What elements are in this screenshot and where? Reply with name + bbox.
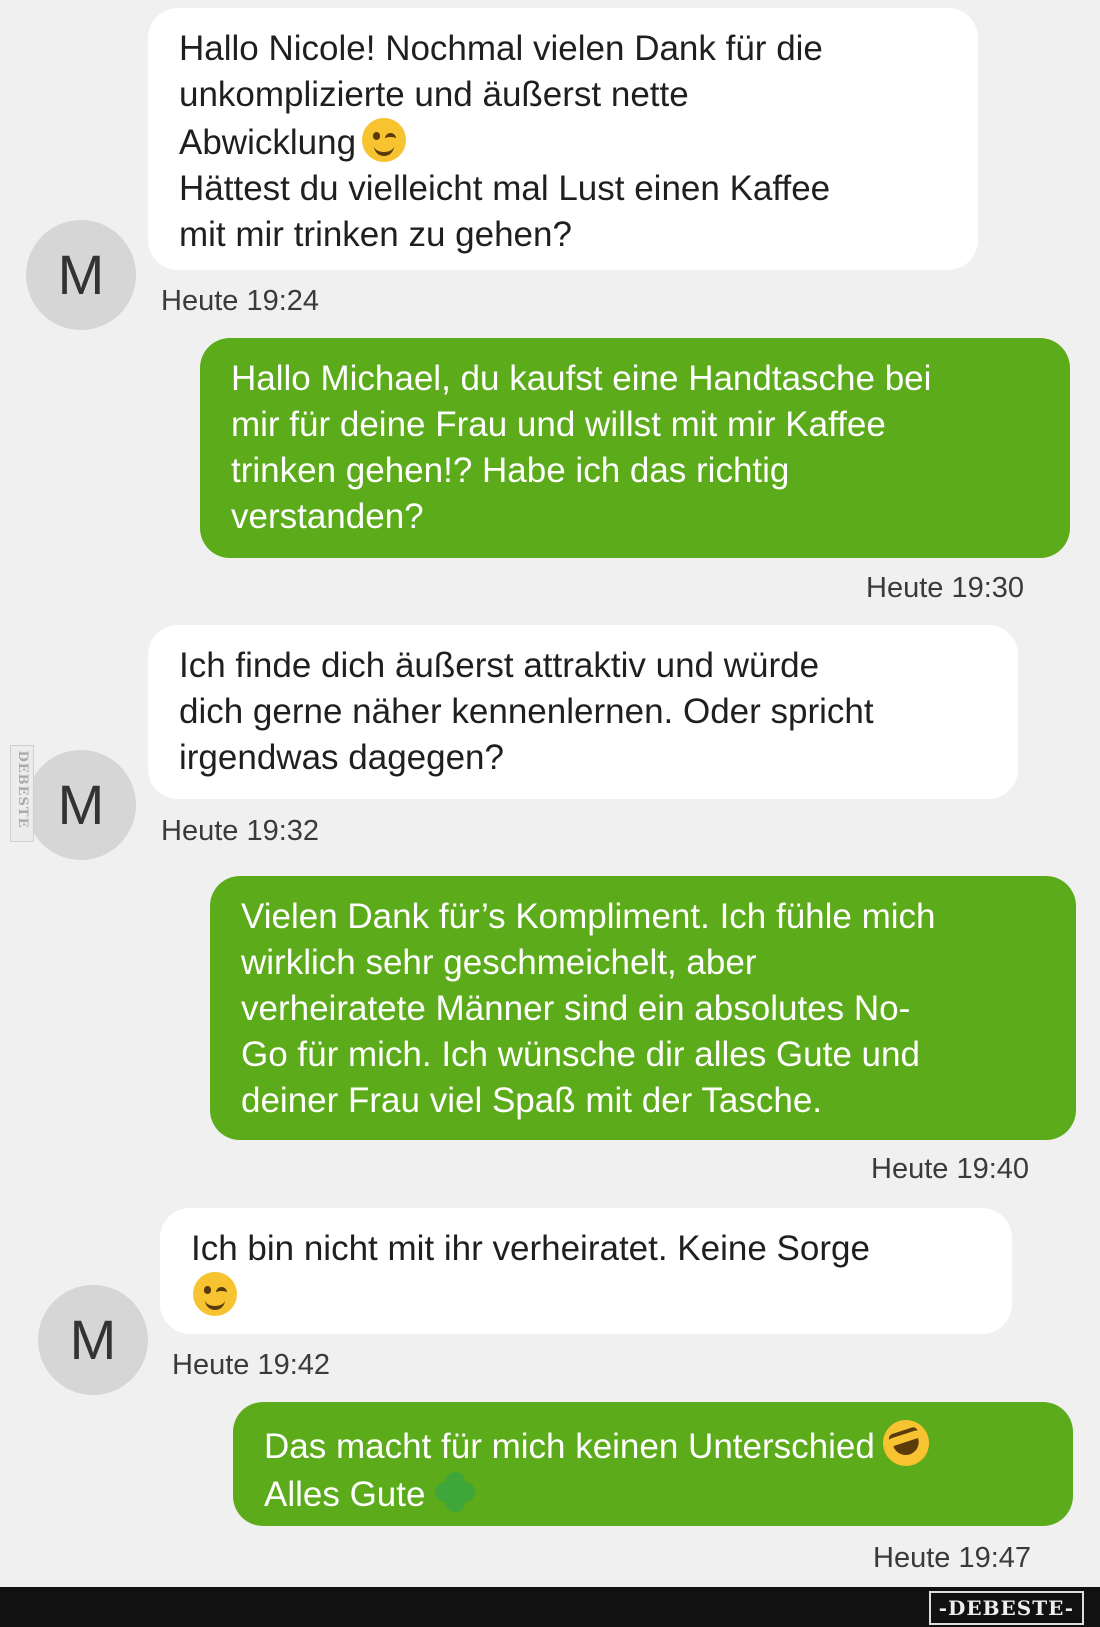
message-bubble-incoming[interactable]: Ich bin nicht mit ihr verheiratet. Keine…	[160, 1208, 1012, 1334]
message-text: Vielen Dank für’s Kompliment. Ich fühle …	[241, 897, 936, 1120]
winking-face-icon	[362, 118, 407, 162]
message-timestamp: Heute 19:47	[873, 1542, 1032, 1574]
winking-face-icon	[193, 1272, 237, 1316]
message-text: Hallo Nicole! Nochmal vielen Dank für di…	[179, 29, 823, 162]
message-bubble-outgoing[interactable]: Vielen Dank für’s Kompliment. Ich fühle …	[210, 876, 1076, 1140]
message-timestamp: Heute 19:32	[161, 815, 320, 847]
brand-watermark: -DEBESTE-	[928, 1591, 1084, 1625]
rolling-on-floor-laughing-icon	[876, 1414, 935, 1472]
message-timestamp: Heute 19:42	[172, 1349, 331, 1381]
chat-thread[interactable]: Hallo Nicole! Nochmal vielen Dank für di…	[0, 0, 1100, 1587]
message-bubble-outgoing[interactable]: Hallo Michael, du kaufst eine Handtasche…	[200, 338, 1070, 558]
message-text-line2: Alles Gute	[264, 1475, 426, 1514]
message-bubble-incoming[interactable]: Hallo Nicole! Nochmal vielen Dank für di…	[148, 8, 978, 270]
side-watermark: DEBESTE	[10, 745, 34, 842]
message-text: Das macht für mich keinen Unterschied	[264, 1427, 875, 1466]
message-text: Ich bin nicht mit ihr verheiratet. Keine…	[191, 1229, 870, 1268]
avatar[interactable]: M	[26, 220, 136, 330]
message-timestamp: Heute 19:40	[871, 1153, 1030, 1185]
message-text-continued: Hättest du vielleicht mal Lust einen Kaf…	[179, 169, 831, 254]
avatar[interactable]: M	[26, 750, 136, 860]
message-text: Ich finde dich äußerst attraktiv und wür…	[179, 646, 874, 777]
message-bubble-outgoing[interactable]: Das macht für mich keinen Unterschied All…	[233, 1402, 1073, 1526]
message-bubble-incoming[interactable]: Ich finde dich äußerst attraktiv und wür…	[148, 625, 1018, 799]
message-text: Hallo Michael, du kaufst eine Handtasche…	[231, 359, 932, 536]
message-timestamp: Heute 19:30	[866, 572, 1025, 604]
avatar[interactable]: M	[38, 1285, 148, 1395]
message-timestamp: Heute 19:24	[161, 285, 320, 317]
four-leaf-clover-icon	[433, 1470, 477, 1514]
